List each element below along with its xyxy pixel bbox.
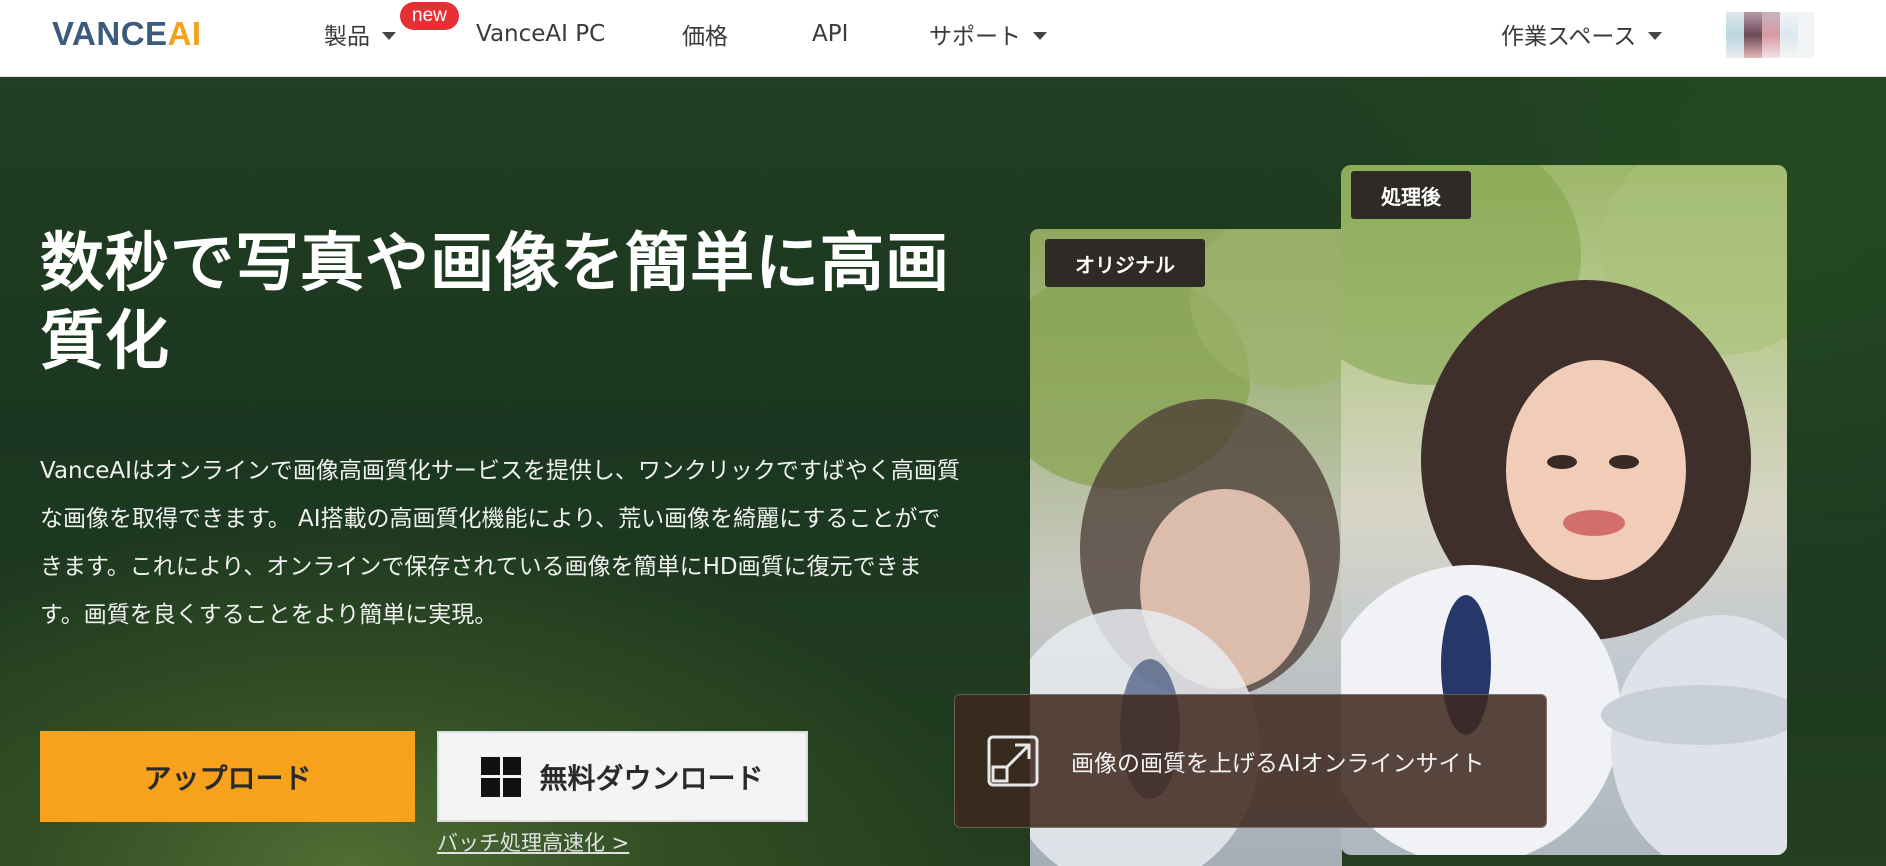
chevron-down-icon [1648,31,1663,40]
new-badge: new [400,2,459,30]
nav-api[interactable]: API [812,18,848,50]
logo-text-ai: AI [167,15,202,52]
avatar[interactable] [1726,12,1814,58]
nav-workspace-label: 作業スペース [1501,24,1637,50]
nav-pricing[interactable]: 価格 [682,18,728,50]
info-banner: 画像の画質を上げるAIオンラインサイト [954,694,1547,828]
upload-button[interactable]: アップロード [40,731,415,822]
batch-processing-link[interactable]: バッチ処理高速化 > [437,827,629,857]
nav-support-label: サポート [929,24,1021,50]
nav-support[interactable]: サポート [929,18,1047,50]
hero-section: 数秒で写真や画像を簡単に高画質化 VanceAIはオンラインで画像高画質化サービ… [0,77,1886,866]
chevron-down-icon [1033,31,1047,40]
top-nav: VANCE AI 製品 new VanceAI PC 価格 API サポート 作業… [0,0,1886,77]
info-banner-text: 画像の画質を上げるAIオンラインサイト [1071,751,1485,777]
page-title: 数秒で写真や画像を簡単に高画質化 [40,227,950,379]
processed-tag: 処理後 [1351,171,1471,219]
original-tag: オリジナル [1045,239,1205,287]
hero-description: VanceAIはオンラインで画像高画質化サービスを提供し、ワンクリックですばやく… [40,458,960,628]
nav-vanceai-pc[interactable]: VanceAI PC [476,18,605,50]
nav-workspace[interactable]: 作業スペース [1501,18,1663,50]
chevron-down-icon [382,31,396,40]
free-download-button[interactable]: 無料ダウンロード [437,731,808,822]
vanceai-logo[interactable]: VANCE AI [52,14,202,54]
windows-icon [481,756,522,797]
expand-icon [987,735,1039,787]
nav-products-label: 製品 [324,24,370,50]
nav-products[interactable]: 製品 [324,18,396,50]
upload-button-label: アップロード [143,762,312,794]
logo-text-vance: VANCE [52,15,168,52]
free-download-button-label: 無料ダウンロード [539,762,764,794]
